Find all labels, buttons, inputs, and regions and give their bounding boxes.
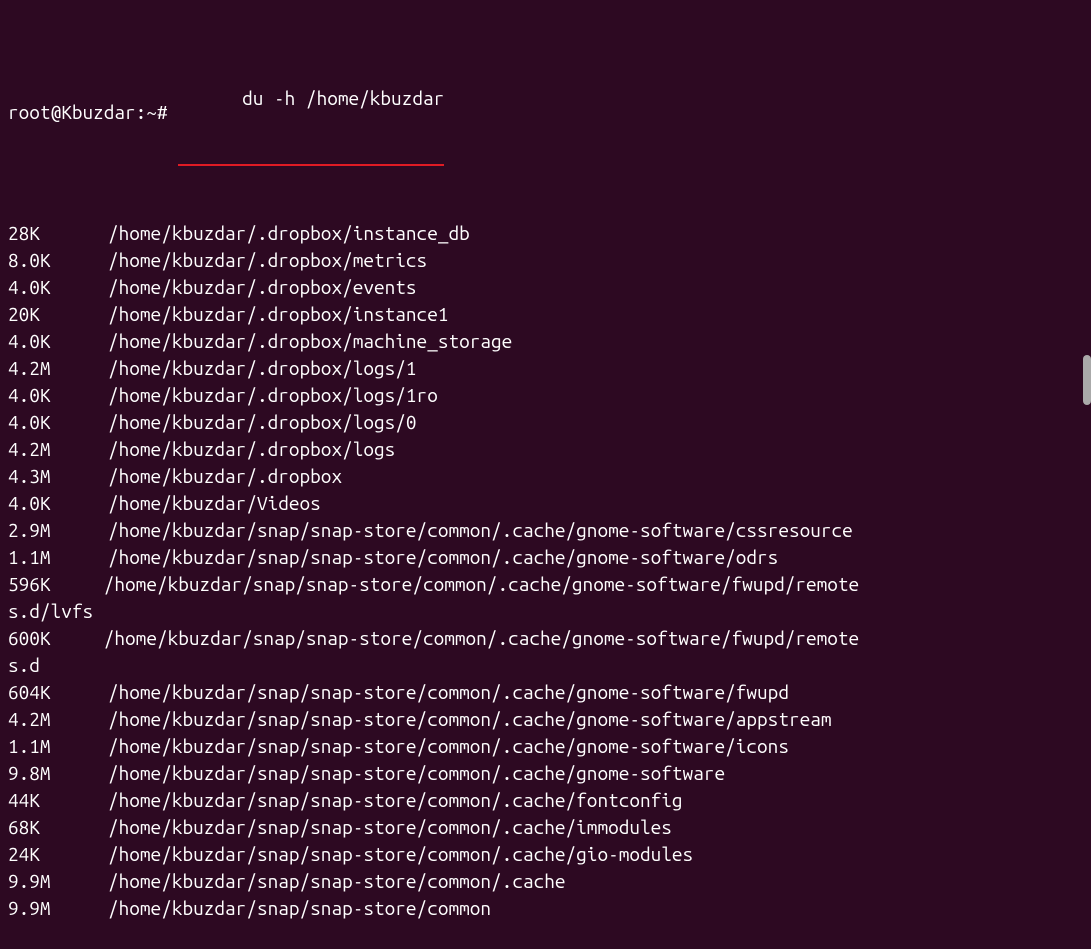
size-value: 4.2M	[8, 355, 108, 382]
path-value: /home/kbuzdar/.dropbox/machine_storage	[108, 328, 512, 355]
path-value: /home/kbuzdar/.dropbox/metrics	[108, 247, 427, 274]
output-row: 600K /home/kbuzdar/snap/snap-store/commo…	[8, 625, 1083, 679]
size-value: 8.0K	[8, 247, 108, 274]
terminal-output: 28K /home/kbuzdar/.dropbox/instance_db8.…	[8, 220, 1083, 922]
path-value: /home/kbuzdar/Videos	[108, 490, 321, 517]
path-value: /home/kbuzdar/snap/snap-store/common/.ca…	[108, 544, 778, 571]
output-row-line2: s.d	[8, 652, 1083, 679]
output-row: 9.9M /home/kbuzdar/snap/snap-store/commo…	[8, 895, 1083, 922]
output-row: 4.2M /home/kbuzdar/.dropbox/logs/1	[8, 355, 1083, 382]
size-value: 44K	[8, 787, 108, 814]
size-value: 4.0K	[8, 382, 108, 409]
output-row: 2.9M /home/kbuzdar/snap/snap-store/commo…	[8, 517, 1083, 544]
size-value: 9.9M	[8, 895, 108, 922]
output-row: 4.2M /home/kbuzdar/.dropbox/logs	[8, 436, 1083, 463]
output-row: 9.8M /home/kbuzdar/snap/snap-store/commo…	[8, 760, 1083, 787]
path-value: /home/kbuzdar/snap/snap-store/common/.ca…	[108, 814, 672, 841]
output-row: 20K /home/kbuzdar/.dropbox/instance1	[8, 301, 1083, 328]
output-row: 4.3M /home/kbuzdar/.dropbox	[8, 463, 1083, 490]
path-value: /home/kbuzdar/.dropbox/instance_db	[108, 220, 470, 247]
size-value: 68K	[8, 814, 108, 841]
path-value: /home/kbuzdar/snap/snap-store/common/.ca…	[108, 517, 853, 544]
output-row: 9.9M /home/kbuzdar/snap/snap-store/commo…	[8, 868, 1083, 895]
output-row: 1.1M /home/kbuzdar/snap/snap-store/commo…	[8, 733, 1083, 760]
command-text: du -h /home/kbuzdar	[242, 87, 444, 109]
path-value: /home/kbuzdar/.dropbox/logs/0	[108, 409, 417, 436]
output-row-line1: 596K /home/kbuzdar/snap/snap-store/commo…	[8, 571, 1083, 598]
path-value: /home/kbuzdar/snap/snap-store/common/.ca…	[108, 787, 683, 814]
size-value: 20K	[8, 301, 108, 328]
output-row: 604K /home/kbuzdar/snap/snap-store/commo…	[8, 679, 1083, 706]
size-value: 604K	[8, 679, 108, 706]
output-row: 4.0K /home/kbuzdar/.dropbox/logs/1ro	[8, 382, 1083, 409]
output-row: 4.0K /home/kbuzdar/.dropbox/logs/0	[8, 409, 1083, 436]
path-value: /home/kbuzdar/.dropbox/logs/1	[108, 355, 417, 382]
output-row: 44K /home/kbuzdar/snap/snap-store/common…	[8, 787, 1083, 814]
command-underline	[178, 164, 444, 166]
path-value: /home/kbuzdar/snap/snap-store/common/.ca…	[108, 706, 832, 733]
command-wrap: du -h /home/kbuzdar	[178, 58, 444, 166]
size-value: 4.0K	[8, 328, 108, 355]
output-row-line1: 600K /home/kbuzdar/snap/snap-store/commo…	[8, 625, 1083, 652]
prompt-line: root@Kbuzdar:~# du -h /home/kbuzdar	[8, 58, 1083, 166]
output-row: 4.0K /home/kbuzdar/.dropbox/events	[8, 274, 1083, 301]
output-row: 596K /home/kbuzdar/snap/snap-store/commo…	[8, 571, 1083, 625]
shell-prompt: root@Kbuzdar:~#	[8, 99, 178, 126]
size-value: 2.9M	[8, 517, 108, 544]
size-value: 1.1M	[8, 544, 108, 571]
scrollbar-thumb[interactable]	[1083, 355, 1091, 405]
output-row: 68K /home/kbuzdar/snap/snap-store/common…	[8, 814, 1083, 841]
path-value: /home/kbuzdar/.dropbox/instance1	[108, 301, 448, 328]
size-value: 9.8M	[8, 760, 108, 787]
size-value: 4.3M	[8, 463, 108, 490]
size-value: 9.9M	[8, 868, 108, 895]
output-row: 24K /home/kbuzdar/snap/snap-store/common…	[8, 841, 1083, 868]
output-row: 4.0K /home/kbuzdar/.dropbox/machine_stor…	[8, 328, 1083, 355]
output-row: 8.0K /home/kbuzdar/.dropbox/metrics	[8, 247, 1083, 274]
size-value: 4.0K	[8, 490, 108, 517]
path-value: /home/kbuzdar/snap/snap-store/common/.ca…	[108, 841, 693, 868]
size-value: 24K	[8, 841, 108, 868]
path-value: /home/kbuzdar/.dropbox	[108, 463, 342, 490]
size-value: 4.0K	[8, 274, 108, 301]
path-value: /home/kbuzdar/snap/snap-store/common/.ca…	[108, 679, 789, 706]
output-row-line2: s.d/lvfs	[8, 598, 1083, 625]
path-value: /home/kbuzdar/snap/snap-store/common/.ca…	[108, 733, 789, 760]
output-row: 4.0K /home/kbuzdar/Videos	[8, 490, 1083, 517]
output-row: 1.1M /home/kbuzdar/snap/snap-store/commo…	[8, 544, 1083, 571]
path-value: /home/kbuzdar/.dropbox/logs/1ro	[108, 382, 438, 409]
path-value: /home/kbuzdar/snap/snap-store/common	[108, 895, 491, 922]
size-value: 1.1M	[8, 733, 108, 760]
terminal[interactable]: root@Kbuzdar:~# du -h /home/kbuzdar 28K …	[8, 4, 1083, 949]
size-value: 4.0K	[8, 409, 108, 436]
path-value: /home/kbuzdar/snap/snap-store/common/.ca…	[108, 760, 725, 787]
output-row: 4.2M /home/kbuzdar/snap/snap-store/commo…	[8, 706, 1083, 733]
path-value: /home/kbuzdar/snap/snap-store/common/.ca…	[108, 868, 566, 895]
path-value: /home/kbuzdar/.dropbox/events	[108, 274, 417, 301]
size-value: 4.2M	[8, 436, 108, 463]
path-value: /home/kbuzdar/.dropbox/logs	[108, 436, 395, 463]
output-row: 28K /home/kbuzdar/.dropbox/instance_db	[8, 220, 1083, 247]
size-value: 4.2M	[8, 706, 108, 733]
size-value: 28K	[8, 220, 108, 247]
